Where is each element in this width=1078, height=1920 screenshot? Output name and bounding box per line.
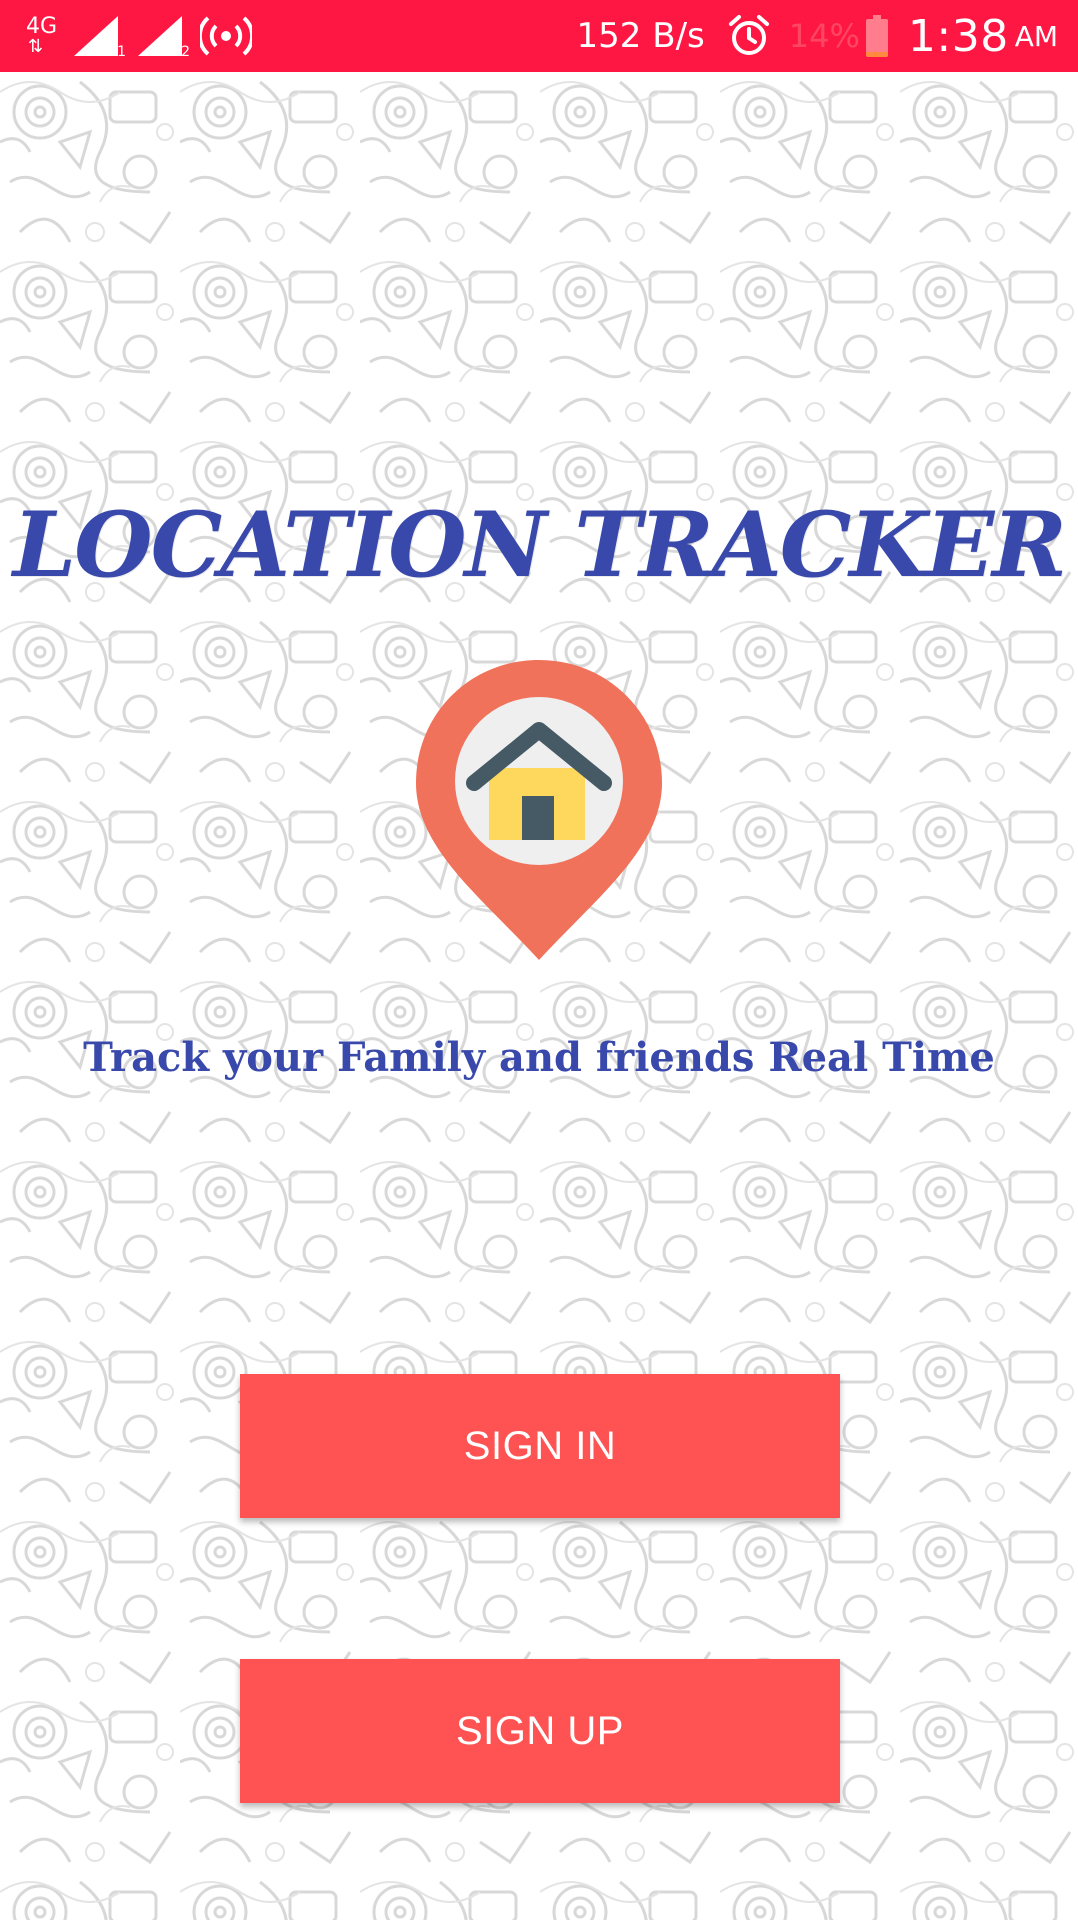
- home-location-pin-icon: [416, 660, 662, 960]
- alarm-icon: [728, 15, 769, 55]
- signal-icon: [138, 16, 182, 56]
- sign-in-button[interactable]: SIGN IN: [240, 1374, 840, 1518]
- clock-ampm: AM: [1014, 19, 1058, 53]
- doodle-pattern: [0, 72, 1078, 1920]
- network-type-label: 4G: [26, 14, 58, 39]
- app-title: LOCATION TRACKER: [12, 492, 1067, 598]
- clock-time: 1:38: [907, 10, 1009, 62]
- status-right-group: 152 B/s 14% 1:38 AM: [577, 0, 1058, 72]
- doodle-background: [0, 72, 1078, 1920]
- net-speed: 152 B/s: [576, 16, 705, 56]
- status-left-group: 4G ⇅ 1 2: [26, 14, 252, 60]
- signal-sim2: 2: [136, 14, 192, 60]
- signal-sim1: 1: [72, 14, 128, 60]
- hotspot-icon: [200, 16, 252, 56]
- signal-icon: [74, 16, 118, 56]
- sign-up-button[interactable]: SIGN UP: [240, 1659, 840, 1803]
- battery-percent: 14%: [788, 17, 860, 55]
- sim2-label: 2: [181, 44, 190, 60]
- data-arrows-icon: ⇅: [28, 36, 44, 57]
- battery-level: [865, 52, 888, 57]
- battery-icon: [865, 15, 888, 57]
- sim1-label: 1: [117, 44, 126, 60]
- network-type: 4G ⇅: [26, 14, 64, 58]
- status-bar: 4G ⇅ 1 2 152 B/s 14% 1:38 AM: [0, 0, 1078, 72]
- app-tagline: Track your Family and friends Real Time: [83, 1034, 995, 1081]
